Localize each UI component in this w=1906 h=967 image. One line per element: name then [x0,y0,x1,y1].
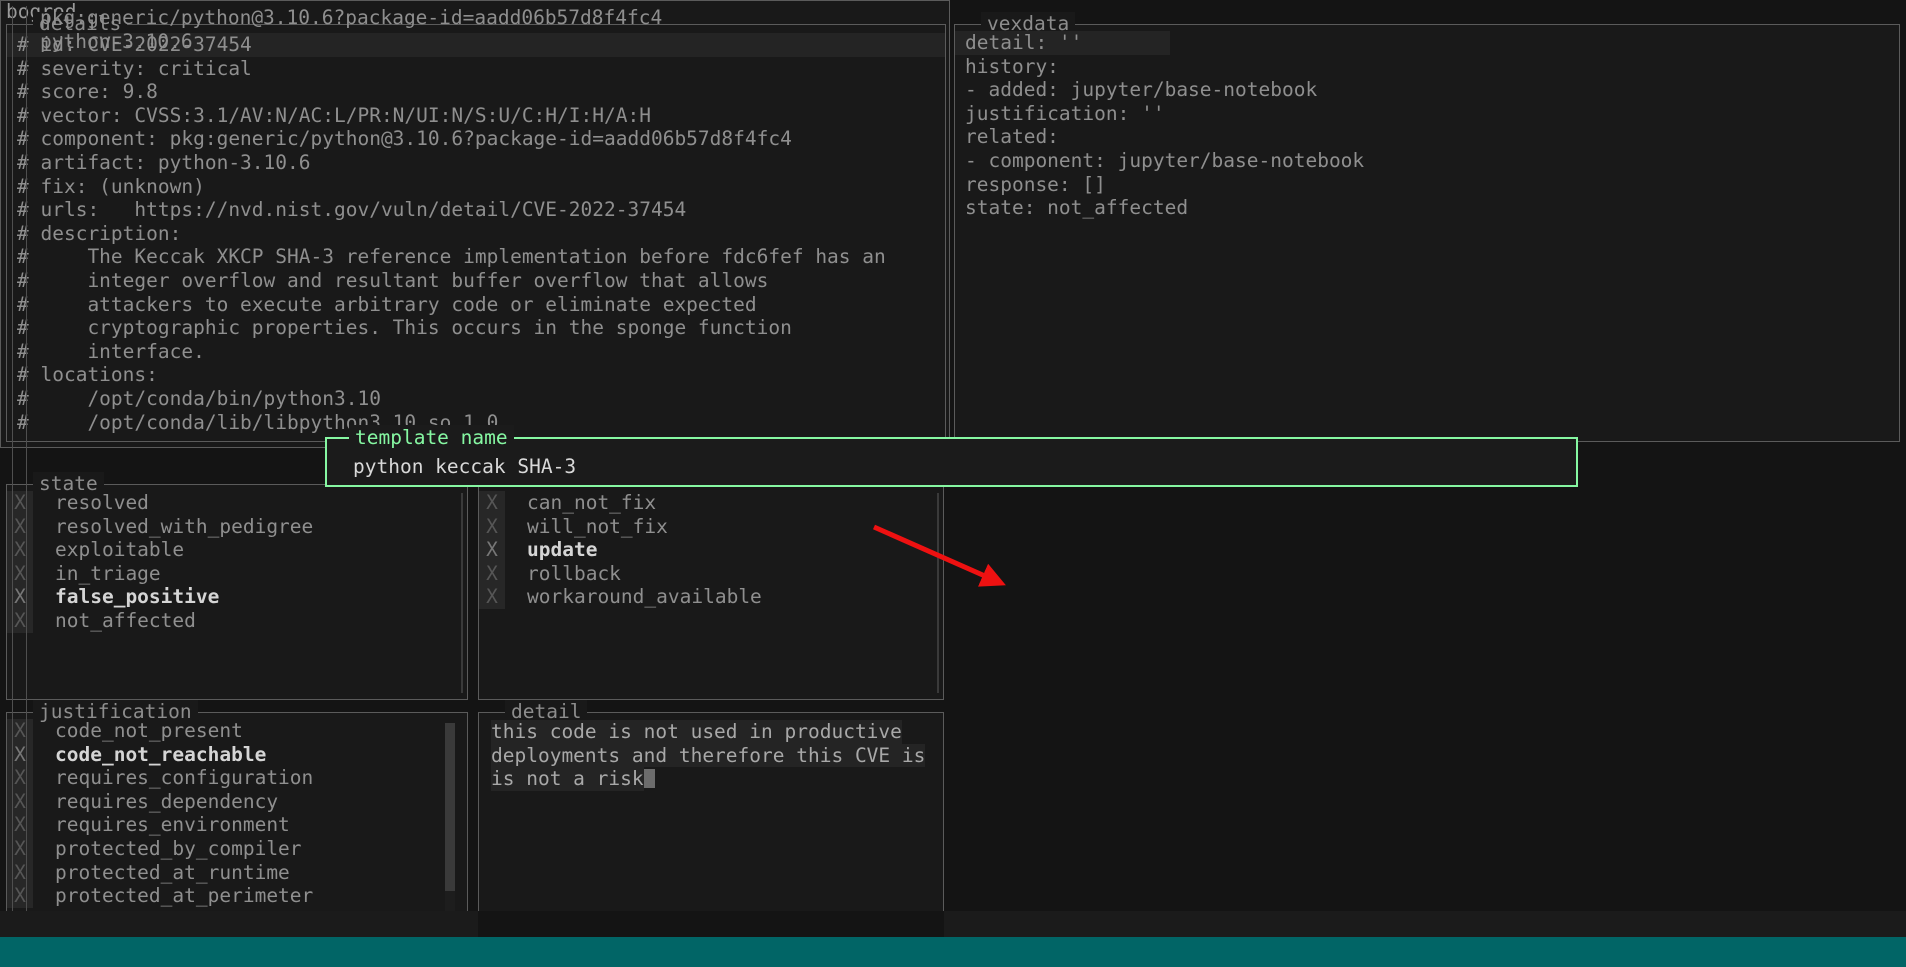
status-bar-fill [0,937,1906,967]
component-info-line: python-3.10.6 [26,30,1906,54]
bottom-strip-segment [478,911,944,937]
component-rail-left [12,6,13,961]
app-root: bogrod details # id: CVE-2022-37454# sev… [0,0,1906,967]
component-info-line: pkg:generic/python@3.10.6?package-id=aad… [26,6,1906,30]
status-bar[interactable] [0,937,1906,967]
template-name-dialog[interactable]: template name python keccak SHA-3 [325,437,1578,487]
component-info-panel[interactable]: pkg:generic/python@3.10.6?package-id=aad… [0,0,950,448]
template-name-dialog-title: template name [349,425,514,450]
template-name-input[interactable]: python keccak SHA-3 [353,455,576,479]
bottom-strip [0,911,1906,937]
